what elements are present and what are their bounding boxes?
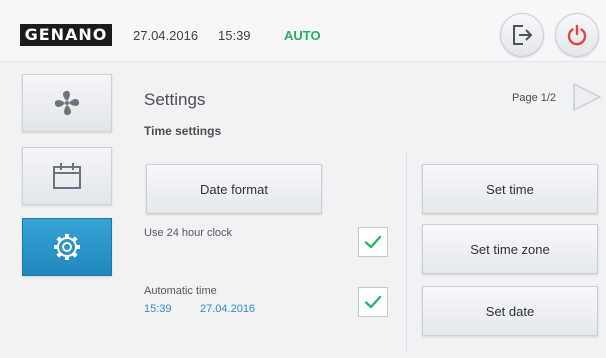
sidebar-item-fan[interactable] [22, 74, 112, 132]
power-icon [567, 24, 587, 46]
sidebar-item-calendar[interactable] [22, 147, 112, 205]
set-time-button[interactable]: Set time [422, 164, 598, 214]
automatic-time-checkbox[interactable] [358, 287, 388, 317]
use-24h-checkbox[interactable] [358, 227, 388, 257]
check-icon [364, 295, 382, 309]
genano-logo: GENANO [20, 24, 112, 46]
automatic-time-label: Automatic time [144, 285, 217, 297]
fan-icon [54, 90, 80, 116]
header-time: 15:39 [218, 28, 251, 43]
logout-button[interactable] [500, 13, 544, 57]
next-page-icon [573, 83, 601, 111]
sidebar-item-settings[interactable] [22, 218, 112, 276]
gear-icon [54, 234, 80, 260]
use-24h-label: Use 24 hour clock [144, 227, 233, 239]
calendar-icon [53, 163, 81, 189]
set-time-zone-button[interactable]: Set time zone [422, 224, 598, 274]
automatic-date-value: 27.04.2016 [200, 303, 256, 315]
date-format-button[interactable]: Date format [146, 164, 322, 214]
header-date: 27.04.2016 [133, 28, 199, 43]
next-page-button[interactable] [570, 80, 604, 114]
logout-icon [513, 25, 533, 45]
mode-status: AUTO [284, 28, 321, 43]
power-button[interactable] [555, 13, 599, 57]
column-divider [406, 152, 407, 352]
page-indicator: Page 1/2 [512, 92, 557, 104]
top-bar: GENANO 27.04.2016 15:39 AUTO [0, 0, 606, 62]
set-date-button[interactable]: Set date [422, 286, 598, 336]
section-title: Time settings [144, 124, 222, 138]
check-icon [364, 235, 382, 249]
automatic-time-value: 15:39 [144, 303, 172, 315]
page-title: Settings [144, 90, 206, 109]
